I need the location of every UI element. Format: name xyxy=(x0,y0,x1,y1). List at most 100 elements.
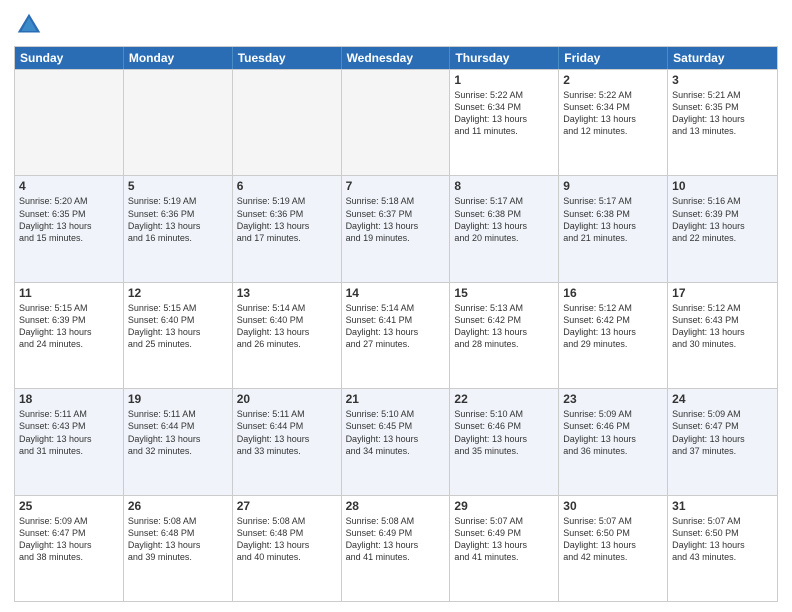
weekday-header-monday: Monday xyxy=(124,47,233,69)
cell-line: Sunrise: 5:12 AM xyxy=(563,302,663,314)
day-number: 8 xyxy=(454,179,554,193)
empty-cell xyxy=(233,70,342,175)
weekday-header-wednesday: Wednesday xyxy=(342,47,451,69)
cell-line: Sunrise: 5:11 AM xyxy=(237,408,337,420)
cell-line: Daylight: 13 hours xyxy=(672,326,773,338)
day-number: 13 xyxy=(237,286,337,300)
cell-line: Sunrise: 5:07 AM xyxy=(563,515,663,527)
calendar: SundayMondayTuesdayWednesdayThursdayFrid… xyxy=(14,46,778,602)
day-cell-11: 11Sunrise: 5:15 AMSunset: 6:39 PMDayligh… xyxy=(15,283,124,388)
cell-line: Daylight: 13 hours xyxy=(454,220,554,232)
cell-line: Daylight: 13 hours xyxy=(237,433,337,445)
calendar-row-1: 4Sunrise: 5:20 AMSunset: 6:35 PMDaylight… xyxy=(15,175,777,281)
day-cell-17: 17Sunrise: 5:12 AMSunset: 6:43 PMDayligh… xyxy=(668,283,777,388)
day-number: 10 xyxy=(672,179,773,193)
cell-line: Sunrise: 5:11 AM xyxy=(19,408,119,420)
day-number: 18 xyxy=(19,392,119,406)
cell-line: Sunset: 6:39 PM xyxy=(19,314,119,326)
weekday-header-sunday: Sunday xyxy=(15,47,124,69)
cell-line: Daylight: 13 hours xyxy=(563,539,663,551)
cell-line: Sunset: 6:49 PM xyxy=(454,527,554,539)
cell-line: Sunrise: 5:22 AM xyxy=(454,89,554,101)
cell-line: Daylight: 13 hours xyxy=(454,326,554,338)
cell-line: Daylight: 13 hours xyxy=(672,539,773,551)
cell-line: Sunrise: 5:22 AM xyxy=(563,89,663,101)
day-number: 21 xyxy=(346,392,446,406)
day-cell-31: 31Sunrise: 5:07 AMSunset: 6:50 PMDayligh… xyxy=(668,496,777,601)
cell-line: and 43 minutes. xyxy=(672,551,773,563)
day-cell-19: 19Sunrise: 5:11 AMSunset: 6:44 PMDayligh… xyxy=(124,389,233,494)
day-cell-28: 28Sunrise: 5:08 AMSunset: 6:49 PMDayligh… xyxy=(342,496,451,601)
cell-line: Sunset: 6:46 PM xyxy=(454,420,554,432)
day-number: 1 xyxy=(454,73,554,87)
cell-line: Sunrise: 5:12 AM xyxy=(672,302,773,314)
day-cell-14: 14Sunrise: 5:14 AMSunset: 6:41 PMDayligh… xyxy=(342,283,451,388)
cell-line: Sunrise: 5:14 AM xyxy=(346,302,446,314)
cell-line: Sunset: 6:38 PM xyxy=(454,208,554,220)
cell-line: Daylight: 13 hours xyxy=(128,539,228,551)
weekday-header-friday: Friday xyxy=(559,47,668,69)
cell-line: Sunset: 6:37 PM xyxy=(346,208,446,220)
calendar-row-0: 1Sunrise: 5:22 AMSunset: 6:34 PMDaylight… xyxy=(15,69,777,175)
cell-line: Daylight: 13 hours xyxy=(346,220,446,232)
cell-line: and 35 minutes. xyxy=(454,445,554,457)
cell-line: and 41 minutes. xyxy=(454,551,554,563)
cell-line: Sunrise: 5:10 AM xyxy=(346,408,446,420)
cell-line: Sunset: 6:44 PM xyxy=(128,420,228,432)
cell-line: Sunrise: 5:18 AM xyxy=(346,195,446,207)
logo xyxy=(14,10,48,40)
cell-line: Daylight: 13 hours xyxy=(19,433,119,445)
cell-line: Sunrise: 5:07 AM xyxy=(672,515,773,527)
cell-line: Sunset: 6:43 PM xyxy=(672,314,773,326)
cell-line: Sunrise: 5:15 AM xyxy=(19,302,119,314)
day-cell-1: 1Sunrise: 5:22 AMSunset: 6:34 PMDaylight… xyxy=(450,70,559,175)
day-cell-9: 9Sunrise: 5:17 AMSunset: 6:38 PMDaylight… xyxy=(559,176,668,281)
day-number: 22 xyxy=(454,392,554,406)
cell-line: and 38 minutes. xyxy=(19,551,119,563)
day-number: 16 xyxy=(563,286,663,300)
day-cell-15: 15Sunrise: 5:13 AMSunset: 6:42 PMDayligh… xyxy=(450,283,559,388)
cell-line: Daylight: 13 hours xyxy=(237,220,337,232)
cell-line: and 31 minutes. xyxy=(19,445,119,457)
day-number: 4 xyxy=(19,179,119,193)
day-cell-30: 30Sunrise: 5:07 AMSunset: 6:50 PMDayligh… xyxy=(559,496,668,601)
cell-line: and 15 minutes. xyxy=(19,232,119,244)
day-cell-27: 27Sunrise: 5:08 AMSunset: 6:48 PMDayligh… xyxy=(233,496,342,601)
cell-line: Daylight: 13 hours xyxy=(563,220,663,232)
day-cell-13: 13Sunrise: 5:14 AMSunset: 6:40 PMDayligh… xyxy=(233,283,342,388)
cell-line: Sunrise: 5:17 AM xyxy=(454,195,554,207)
cell-line: Daylight: 13 hours xyxy=(454,539,554,551)
cell-line: Sunset: 6:46 PM xyxy=(563,420,663,432)
cell-line: Daylight: 13 hours xyxy=(672,433,773,445)
empty-cell xyxy=(342,70,451,175)
empty-cell xyxy=(124,70,233,175)
cell-line: Sunset: 6:35 PM xyxy=(672,101,773,113)
day-number: 31 xyxy=(672,499,773,513)
cell-line: Daylight: 13 hours xyxy=(128,326,228,338)
day-cell-6: 6Sunrise: 5:19 AMSunset: 6:36 PMDaylight… xyxy=(233,176,342,281)
cell-line: and 32 minutes. xyxy=(128,445,228,457)
day-number: 19 xyxy=(128,392,228,406)
day-number: 20 xyxy=(237,392,337,406)
cell-line: and 40 minutes. xyxy=(237,551,337,563)
weekday-header-thursday: Thursday xyxy=(450,47,559,69)
empty-cell xyxy=(15,70,124,175)
cell-line: and 27 minutes. xyxy=(346,338,446,350)
cell-line: and 17 minutes. xyxy=(237,232,337,244)
cell-line: Sunrise: 5:10 AM xyxy=(454,408,554,420)
day-cell-23: 23Sunrise: 5:09 AMSunset: 6:46 PMDayligh… xyxy=(559,389,668,494)
cell-line: Daylight: 13 hours xyxy=(237,539,337,551)
cell-line: Sunset: 6:49 PM xyxy=(346,527,446,539)
day-cell-16: 16Sunrise: 5:12 AMSunset: 6:42 PMDayligh… xyxy=(559,283,668,388)
logo-icon xyxy=(14,10,44,40)
cell-line: Sunset: 6:43 PM xyxy=(19,420,119,432)
day-cell-3: 3Sunrise: 5:21 AMSunset: 6:35 PMDaylight… xyxy=(668,70,777,175)
cell-line: Sunrise: 5:08 AM xyxy=(346,515,446,527)
cell-line: Sunrise: 5:07 AM xyxy=(454,515,554,527)
cell-line: Daylight: 13 hours xyxy=(346,326,446,338)
day-number: 7 xyxy=(346,179,446,193)
day-number: 2 xyxy=(563,73,663,87)
cell-line: Sunrise: 5:15 AM xyxy=(128,302,228,314)
day-number: 29 xyxy=(454,499,554,513)
cell-line: Daylight: 13 hours xyxy=(237,326,337,338)
